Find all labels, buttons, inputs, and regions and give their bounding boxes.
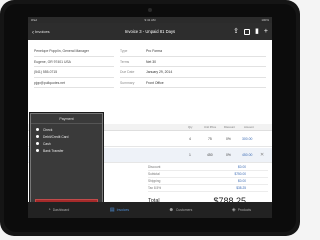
radio-icon: [36, 142, 39, 145]
payment-option-card[interactable]: Debit/Credit Card: [36, 134, 68, 141]
radio-icon: [36, 149, 39, 152]
payment-option-bank-transfer[interactable]: Bank Transfer: [36, 148, 64, 155]
share-icon[interactable]: ⇪: [233, 28, 239, 35]
totals-value: $0.00: [238, 165, 246, 169]
tab-products[interactable]: ◈ Products: [211, 202, 272, 218]
row-qty: 4: [189, 137, 191, 141]
payment-popover: Payment Check Debit/Credit Card Cash Ban…: [30, 113, 103, 215]
tab-bar: ◔ Dashboard ▤ Invoices ☻ Customers ◈ Pro…: [28, 202, 272, 218]
radio-icon: [36, 128, 39, 131]
tab-invoices[interactable]: ▤ Invoices: [89, 202, 150, 218]
detail-key: Summary: [120, 80, 135, 85]
customer-phone: (541) 555-0715: [34, 67, 114, 78]
totals-label: Tax 8.5%: [148, 186, 162, 190]
detail-value: Net 30: [146, 59, 156, 64]
radio-icon: [36, 135, 39, 138]
tab-label: Products: [237, 208, 252, 212]
detail-key: Due Date: [120, 70, 135, 74]
tab-customers[interactable]: ☻ Customers: [150, 202, 211, 218]
invoice-content: Penelope Popplin, General Manager Eugene…: [28, 40, 272, 215]
option-label: Cash: [43, 142, 51, 146]
app-screen: iPad 9:41 AM 100% ‹Invoices Invoice 3 - …: [28, 17, 272, 218]
back-button-label: Invoices: [35, 29, 50, 34]
row-amount: 300.00: [242, 137, 253, 141]
payment-option-check[interactable]: Check: [36, 127, 52, 134]
totals-value: $0.00: [238, 179, 246, 183]
detail-value: January 29, 2014: [146, 70, 173, 74]
header-unit-price: Unit Price: [204, 125, 217, 129]
back-button[interactable]: ‹Invoices: [32, 23, 50, 40]
customers-icon: ☻: [168, 207, 174, 213]
totals-block: Discount $0.00 Subtotal $750.00 Shipping…: [148, 164, 268, 192]
dashboard-icon: ◔: [47, 207, 51, 213]
row-discount: 0%: [226, 137, 231, 141]
detail-row-type[interactable]: Type Pro Forma: [120, 46, 266, 57]
option-label: Check: [43, 128, 53, 132]
detail-row-terms[interactable]: Terms Net 30: [120, 57, 266, 67]
totals-row-discount[interactable]: Discount $0.00: [148, 164, 268, 171]
detail-row-summary[interactable]: Summary Front Office: [120, 78, 266, 88]
page-title: Invoice 3 - Unpaid 81 Days: [124, 29, 176, 34]
tab-label: Customers: [175, 208, 193, 212]
header-amount: Amount: [244, 125, 254, 129]
customer-address: Eugene, OR 97401 USA: [34, 57, 114, 67]
copy-icon[interactable]: [244, 28, 251, 35]
row-unit-price: 75: [208, 137, 212, 141]
totals-row-shipping[interactable]: Shipping $0.00: [148, 178, 268, 185]
detail-value: Pro Forma: [146, 49, 163, 53]
delete-row-icon[interactable]: ✕: [260, 148, 264, 163]
totals-row-subtotal: Subtotal $750.00: [148, 171, 268, 178]
camera-icon: [148, 8, 152, 12]
row-unit-price: 450: [207, 153, 213, 157]
totals-value: $750.00: [234, 172, 246, 176]
totals-value: $38.25: [236, 186, 246, 190]
products-icon: ◈: [231, 207, 236, 213]
totals-label: Subtotal: [148, 172, 160, 176]
nav-bar: ‹Invoices Invoice 3 - Unpaid 81 Days ⇪ ▮…: [28, 23, 272, 40]
ipad-bezel: iPad 9:41 AM 100% ‹Invoices Invoice 3 - …: [0, 0, 300, 236]
invoice-details: Type Pro Forma Terms Net 30 Due Date Jan…: [120, 46, 266, 88]
popover-title: Payment: [31, 114, 102, 124]
detail-key: Type: [120, 49, 128, 53]
customer-block[interactable]: Penelope Popplin, General Manager Eugene…: [34, 46, 114, 88]
detail-row-due-date[interactable]: Due Date January 29, 2014: [120, 67, 266, 78]
tab-dashboard[interactable]: ◔ Dashboard: [28, 202, 89, 218]
totals-label: Shipping: [148, 179, 161, 183]
nav-actions: ⇪ ▮ +: [233, 23, 268, 40]
payment-option-cash[interactable]: Cash: [36, 141, 51, 148]
header-qty: Qty: [188, 125, 193, 129]
customer-email: pjpp@pullquotes.net: [34, 78, 114, 88]
trash-icon[interactable]: ▮: [255, 28, 259, 35]
totals-row-tax[interactable]: Tax 8.5% $38.25: [148, 185, 268, 192]
row-discount: 0%: [226, 153, 231, 157]
row-amount: 450.00: [242, 153, 253, 157]
customer-name: Penelope Popplin, General Manager: [34, 46, 114, 57]
header-discount: Discount: [224, 125, 235, 129]
row-qty: 1: [189, 153, 191, 157]
invoices-icon: ▤: [109, 207, 115, 213]
option-label: Bank Transfer: [43, 149, 64, 153]
detail-key: Terms: [120, 59, 130, 64]
option-label: Debit/Credit Card: [43, 135, 69, 139]
tab-label: Dashboard: [52, 208, 70, 212]
detail-value: Front Office: [146, 80, 164, 85]
add-icon[interactable]: +: [264, 28, 268, 35]
tab-label: Invoices: [116, 208, 130, 212]
totals-label: Discount: [148, 165, 161, 169]
